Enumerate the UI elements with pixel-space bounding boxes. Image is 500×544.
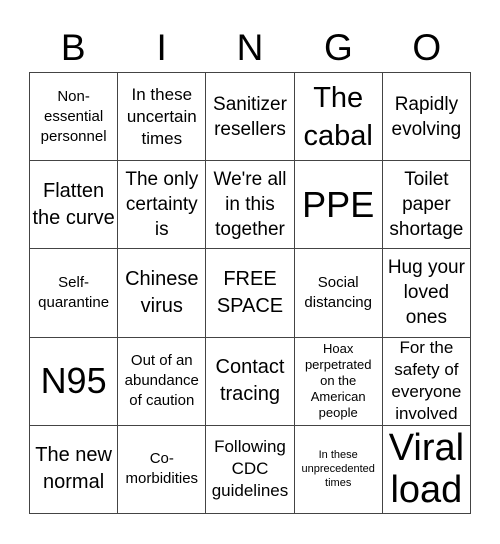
bingo-cell[interactable]: Non-essential personnel [30,73,119,162]
cell-text: Hoax perpetrated on the American people [304,341,372,421]
bingo-cell[interactable]: Out of an abundance of caution [118,337,207,426]
cell-text: Viral load [388,427,465,512]
cell-text: In these uncertain times [126,84,197,148]
cell-text: Contact tracing [215,356,285,406]
header-letter-g: G [324,27,353,68]
cell-text: The new normal [35,444,112,494]
cell-text: Flatten the curve [32,179,115,229]
bingo-cell[interactable]: Contact tracing [206,337,295,426]
bingo-cell[interactable]: Self-quarantine [30,249,119,338]
bingo-cell[interactable]: The cabal [294,73,383,162]
cell-text: The only certainty is [125,169,199,241]
bingo-cell[interactable]: Hoax perpetrated on the American people [294,337,383,426]
bingo-cell[interactable]: Rapidly evolving [382,73,471,162]
cell-text: Toilet paper shortage [389,169,464,241]
bingo-header: B I N G O [29,24,471,72]
bingo-cell[interactable]: Co-morbidities [118,425,207,514]
header-letter-i: I [156,27,167,68]
bingo-cell[interactable]: In these unprecedented times [294,425,383,514]
cell-text: PPE [302,183,375,225]
cell-text: Following CDC guidelines [211,437,289,501]
bingo-cell[interactable]: Toilet paper shortage [382,161,471,250]
bingo-cell[interactable]: For the safety of everyone involved [382,337,471,426]
cell-text: For the safety of everyone involved [391,338,462,424]
bingo-cell[interactable]: We're all in this together [206,161,295,250]
bingo-cell[interactable]: Social distancing [294,249,383,338]
bingo-cell[interactable]: In these uncertain times [118,73,207,162]
cell-text: Self-quarantine [38,273,110,311]
bingo-cell[interactable]: The new normal [30,425,119,514]
bingo-cell[interactable]: Chinese virus [118,249,207,338]
header-letter-b: B [60,27,86,68]
cell-text: Out of an abundance of caution [124,352,199,410]
cell-text: Co-morbidities [125,450,199,488]
bingo-cell[interactable]: Sanitizer resellers [206,73,295,162]
cell-text: Rapidly evolving [391,93,462,140]
cell-text: We're all in this together [213,169,287,241]
cell-text: FREE SPACE [216,267,284,317]
free-space-cell[interactable]: FREE SPACE [206,249,295,338]
bingo-cell[interactable]: Flatten the curve [30,161,119,250]
cell-text: In these unprecedented times [301,449,375,490]
bingo-cell[interactable]: PPE [294,161,383,250]
bingo-cell[interactable]: The only certainty is [118,161,207,250]
bingo-cell[interactable]: Following CDC guidelines [206,425,295,514]
cell-text: N95 [40,360,107,402]
cell-text: Sanitizer resellers [213,93,287,140]
header-letter-o: O [412,27,442,68]
bingo-cell[interactable]: N95 [30,337,119,426]
bingo-cell[interactable]: Viral load [382,425,471,514]
cell-text: The cabal [303,81,373,152]
bingo-cell[interactable]: Hug your loved ones [382,249,471,338]
cell-text: Social distancing [304,273,372,311]
header-letter-n: N [236,27,264,68]
cell-text: Hug your loved ones [387,257,465,329]
cell-text: Chinese virus [125,267,199,317]
bingo-grid: Non-essential personnel In these uncerta… [29,72,471,514]
cell-text: Non-essential personnel [40,87,107,145]
